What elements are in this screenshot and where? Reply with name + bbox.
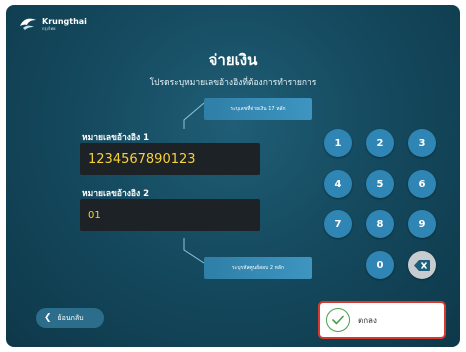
key-6[interactable]: 6 bbox=[408, 170, 436, 198]
back-button[interactable]: ❮ ย้อนกลับ bbox=[36, 308, 104, 328]
check-icon bbox=[326, 308, 350, 332]
ref2-label: หมายเลขอ้างอิง 2 bbox=[82, 189, 150, 199]
page-subtitle: โปรดระบุหมายเลขอ้างอิงที่ต้องการทำรายการ bbox=[149, 78, 317, 88]
ref1-input[interactable]: 1234567890123 bbox=[80, 143, 260, 175]
key-8[interactable]: 8 bbox=[366, 210, 394, 238]
hint-ref1: ระบุเลขที่จ่ายเงิน 17 หลัก bbox=[204, 98, 312, 120]
brand-subname: กรุงไทย bbox=[42, 25, 56, 31]
key-0[interactable]: 0 bbox=[366, 251, 394, 279]
backspace-button[interactable] bbox=[408, 251, 436, 279]
bank-logo: Krungthai กรุงไทย bbox=[18, 16, 87, 32]
ok-button[interactable]: ตกลง bbox=[318, 301, 446, 339]
key-9[interactable]: 9 bbox=[408, 210, 436, 238]
key-2[interactable]: 2 bbox=[366, 129, 394, 157]
page-title: จ่ายเงิน bbox=[208, 51, 258, 69]
key-5[interactable]: 5 bbox=[366, 170, 394, 198]
connector-lines bbox=[183, 102, 205, 264]
brand-name: Krungthai bbox=[42, 16, 87, 26]
backspace-icon bbox=[414, 256, 430, 275]
key-7[interactable]: 7 bbox=[324, 210, 352, 238]
krungthai-bird-icon bbox=[18, 16, 38, 32]
key-1[interactable]: 1 bbox=[324, 129, 352, 157]
ref1-label: หมายเลขอ้างอิง 1 bbox=[82, 133, 150, 143]
ok-button-label: ตกลง bbox=[358, 315, 377, 325]
key-4[interactable]: 4 bbox=[324, 170, 352, 198]
chevron-left-icon: ❮ bbox=[44, 313, 52, 323]
atm-screen: Krungthai กรุงไทย จ่ายเงิน โปรดระบุหมายเ… bbox=[6, 5, 460, 347]
back-button-label: ย้อนกลับ bbox=[57, 313, 84, 322]
key-3[interactable]: 3 bbox=[408, 129, 436, 157]
hint-ref2: ระบุรหัสศูนย์สอบ 2 หลัก bbox=[204, 257, 312, 279]
ref2-input[interactable]: 01 bbox=[80, 199, 260, 231]
